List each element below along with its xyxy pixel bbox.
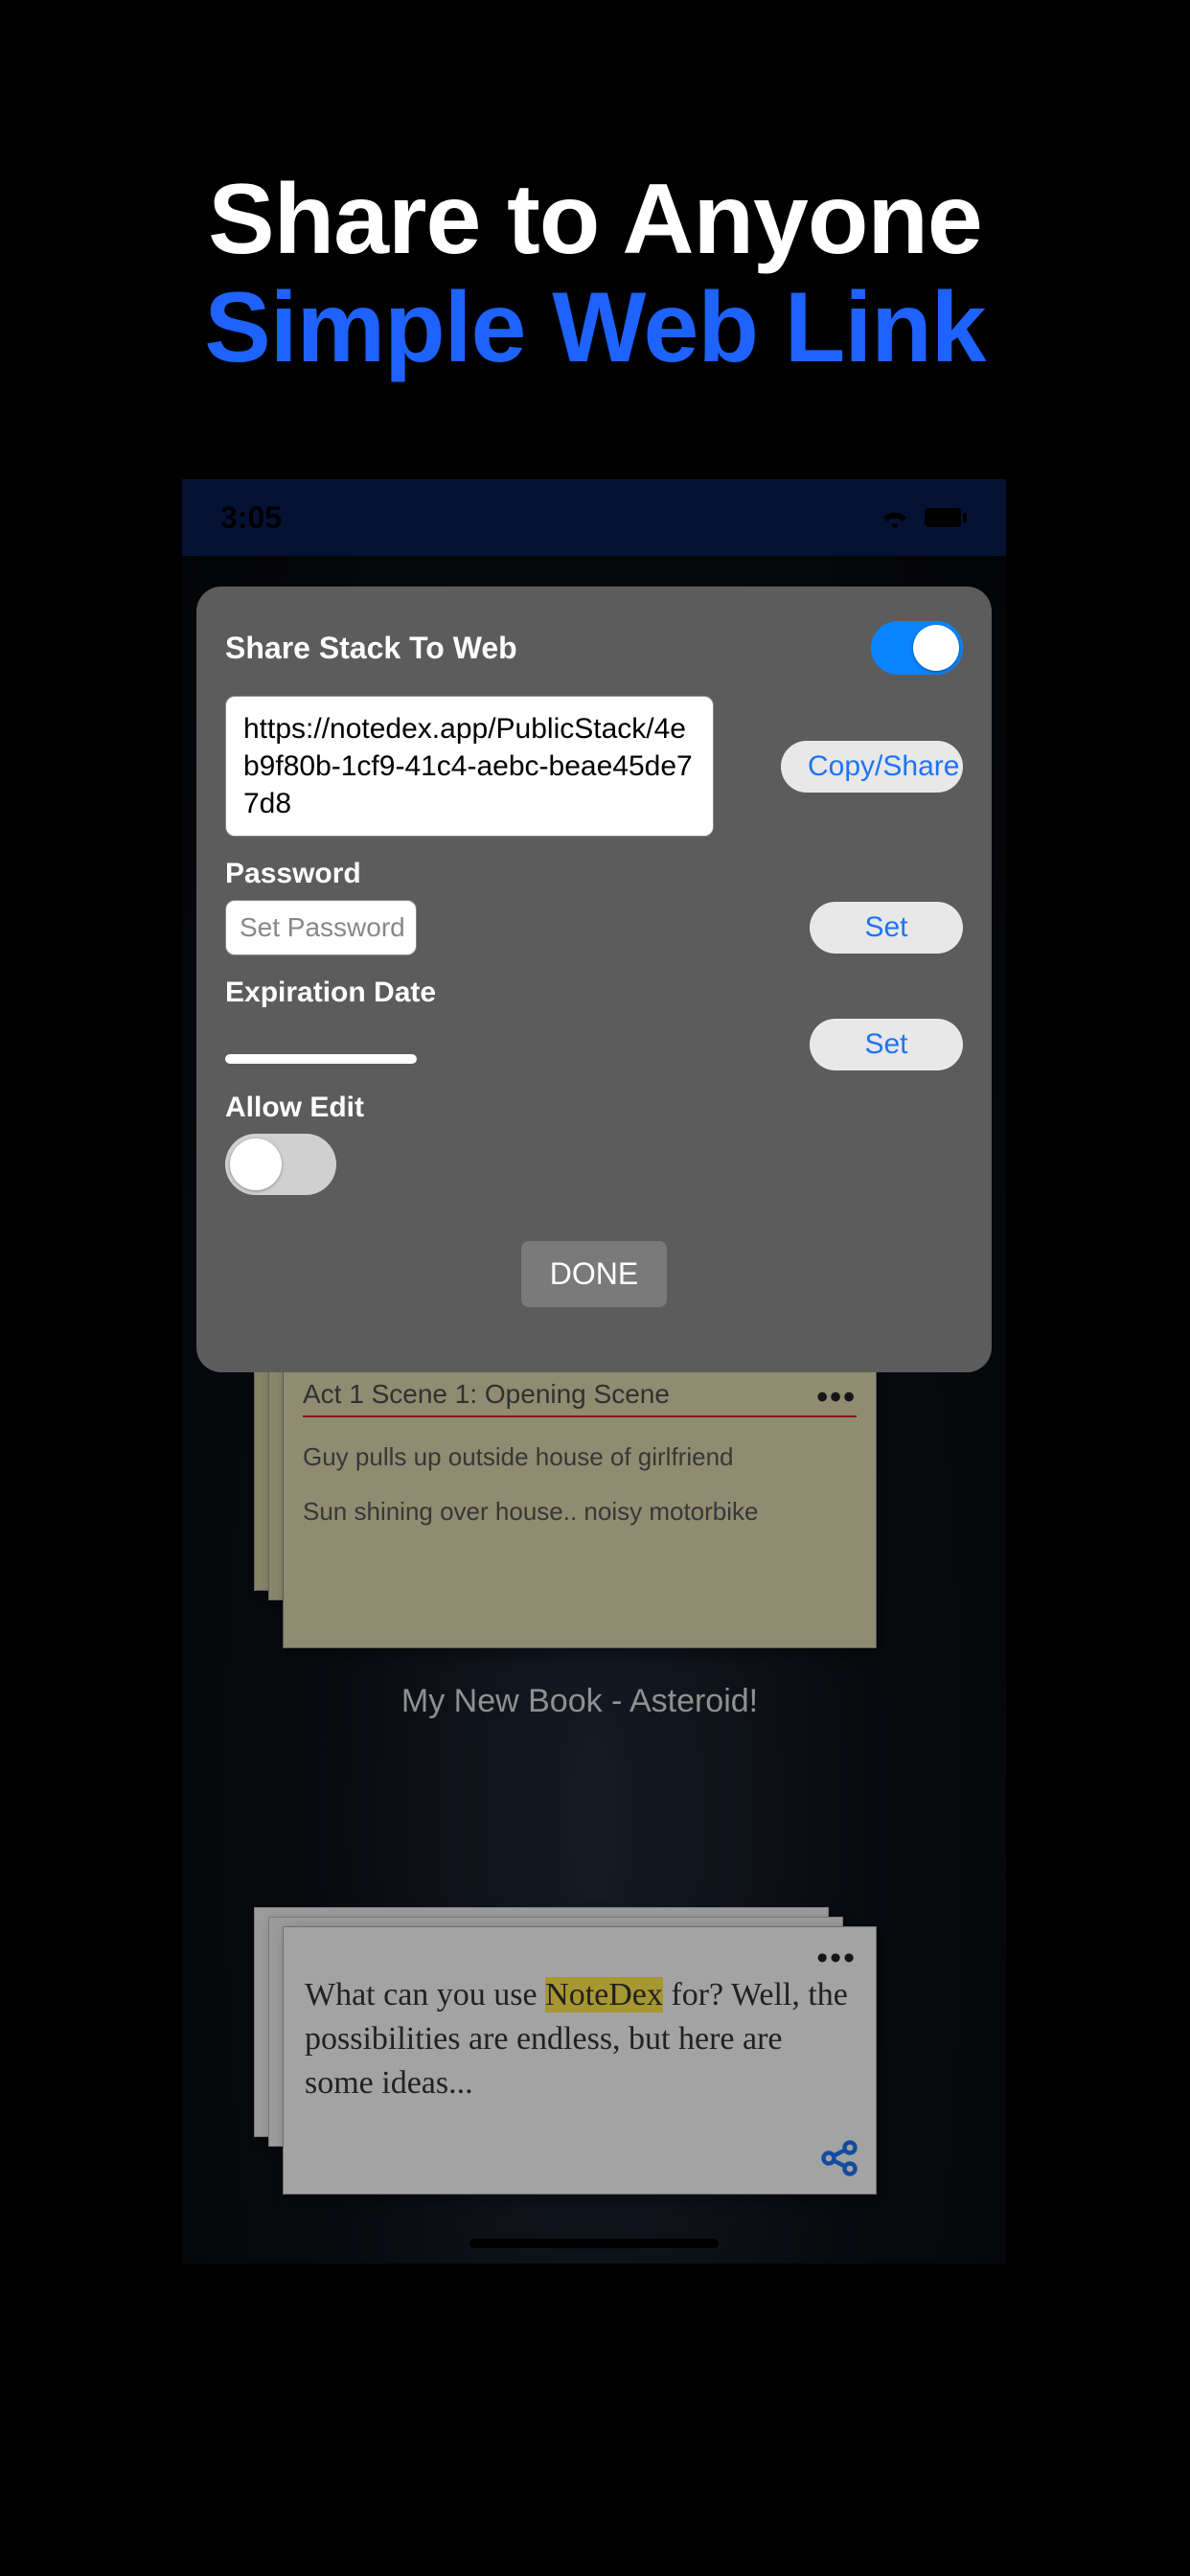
password-set-button[interactable]: Set — [810, 902, 963, 954]
share-url-field[interactable]: https://notedex.app/PublicStack/4eb9f80b… — [225, 696, 714, 837]
toggle-knob — [230, 1138, 282, 1190]
password-label: Password — [225, 858, 963, 890]
home-indicator[interactable] — [469, 2239, 719, 2248]
copy-share-button[interactable]: Copy/Share — [781, 741, 963, 793]
allow-edit-toggle[interactable] — [225, 1134, 336, 1195]
done-button[interactable]: DONE — [521, 1241, 667, 1307]
modal-title: Share Stack To Web — [225, 631, 517, 666]
allow-edit-label: Allow Edit — [225, 1092, 963, 1124]
promo-line-2: Simple Web Link — [0, 271, 1190, 385]
share-stack-modal: Share Stack To Web https://notedex.app/P… — [196, 586, 992, 1372]
promo-headline: Share to Anyone Simple Web Link — [0, 163, 1190, 385]
expiration-label: Expiration Date — [225, 977, 963, 1009]
expiration-date-field[interactable] — [225, 1054, 417, 1064]
toggle-knob — [913, 625, 959, 671]
promo-line-1: Share to Anyone — [0, 163, 1190, 277]
phone-frame: Act 1 Scene 1: Opening Scene ••• Guy pul… — [182, 479, 1006, 2264]
share-enable-toggle[interactable] — [871, 621, 963, 675]
expiration-set-button[interactable]: Set — [810, 1019, 963, 1070]
password-input[interactable]: Set Password — [225, 900, 417, 955]
